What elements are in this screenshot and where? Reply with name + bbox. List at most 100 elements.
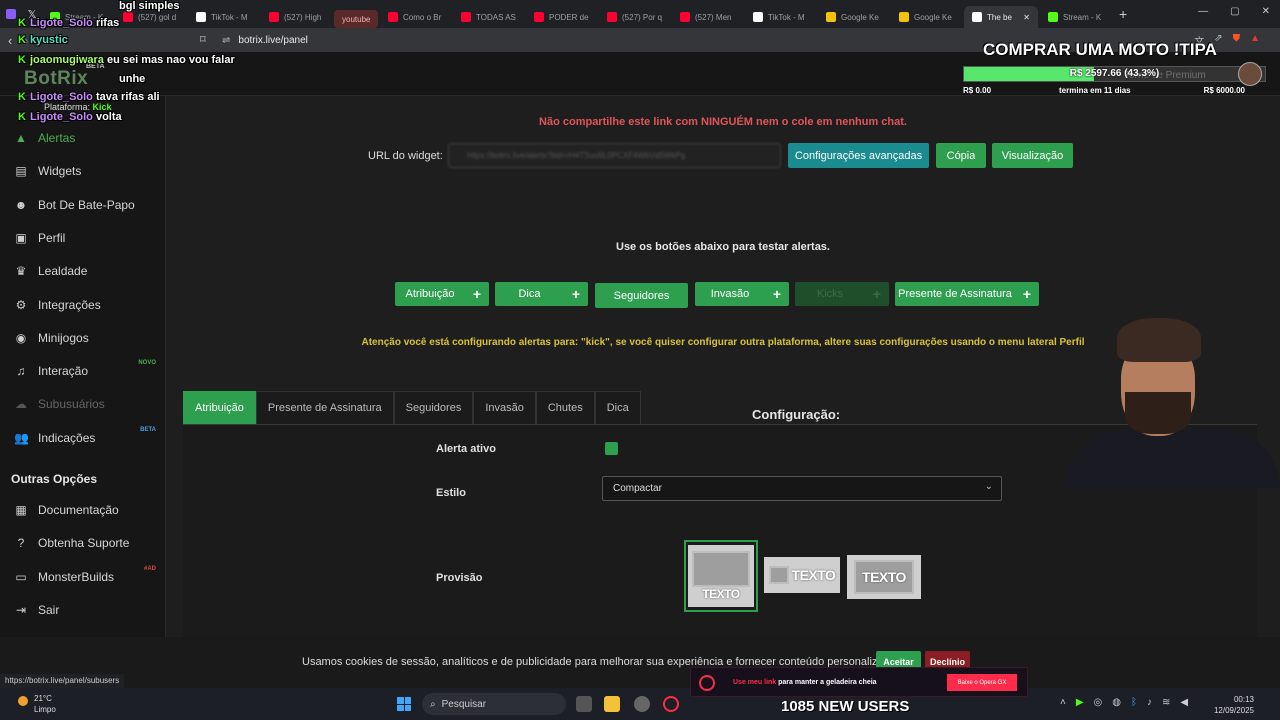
chrome-icon[interactable] [634,696,650,712]
task-view-icon[interactable] [576,696,592,712]
sidebar-item-sair[interactable]: ⇥ Sair [0,595,166,625]
browser-tab[interactable]: TikTok - M [745,6,816,28]
file-explorer-icon[interactable] [604,696,620,712]
steam-icon[interactable]: ◍ [1112,697,1121,708]
close-tab-icon[interactable]: ✕ [1023,13,1030,22]
volume-icon[interactable]: ◀ [1180,697,1188,708]
sidebar-badge: #AD [143,565,156,572]
maximize-icon[interactable]: ▢ [1230,6,1239,17]
provision-label: Provisão [436,572,483,584]
tab-favicon-icon [899,12,909,22]
browser-tab[interactable]: TODAS AS [453,6,524,28]
chevron-up-icon[interactable]: ˄ [1060,697,1066,708]
tab-favicon-icon [826,12,836,22]
minimize-icon[interactable]: — [1198,6,1208,17]
kick-icon: K [18,17,26,29]
browser-tab[interactable]: Google Ke [891,6,962,28]
provision-option-overlay[interactable]: TEXTO [847,555,921,599]
sidebar-item-integra-es[interactable]: ⚙ Integrações [0,290,166,320]
sidebar-item-subusu-rios[interactable]: ☁ Subusuários [0,389,166,419]
bluetooth-icon[interactable]: ᛒ [1131,697,1137,708]
browser-tab[interactable]: PODER de [526,6,597,28]
users-icon: ☁ [15,397,27,412]
alert-active-checkbox[interactable] [605,442,618,455]
browser-tab[interactable]: Google Ke [818,6,889,28]
sidebar-item-alertas[interactable]: ▲ Alertas [0,123,166,153]
browser-tab[interactable]: The be ✕ [964,6,1038,28]
close-window-icon[interactable]: ✕ [1262,6,1270,17]
goal-current: R$ 2597.66 (43.3%) [1069,68,1160,79]
webcam-overlay [1065,318,1280,488]
chat-text: eu sei mas nao vou falar [106,54,235,66]
browser-tab-strip: 𝕏 Stream - K (527) gol d TikTok - M (527) H… [0,0,1280,28]
sidebar-item-lealdade[interactable]: ♛ Lealdade [0,256,166,286]
image-placeholder-icon [768,566,789,584]
trophy-icon: ♛ [15,264,27,279]
browser-tab-label: youtube [342,14,371,24]
widgets-icon: ▤ [15,164,27,179]
tab-favicon-icon [534,12,544,22]
wifi-icon[interactable]: ≋ [1162,697,1170,708]
browser-tab[interactable]: (527) Men [672,6,743,28]
alert-active-label: Alerta ativo [436,443,496,455]
tab-favicon-icon [388,12,398,22]
browser-tab-label: Como o Br [403,12,442,22]
back-icon[interactable]: ‹ [8,33,12,48]
tab-favicon-icon [123,12,133,22]
provision-option-stacked[interactable]: TEXTO [684,540,758,612]
browser-tab[interactable]: (527) High [261,6,332,28]
site-info-icon[interactable]: ⇌ [222,35,230,46]
windows-start-icon[interactable] [397,697,411,711]
taskbar-search[interactable]: ⌕ Pesquisar [422,693,566,715]
browser-tab[interactable]: (527) Por q [599,6,670,28]
sidebar-item-bot-de-bate-papo[interactable]: ☻ Bot De Bate-Papo [0,190,166,220]
opera-ad-banner: Use meu link para manter a geladeira che… [690,667,1028,697]
play-icon[interactable]: ▶ [1076,697,1084,708]
gamepad-icon: ◉ [15,330,27,345]
browser-tab[interactable]: TikTok - M [188,6,259,28]
chat-message: K Ligote_Solo rifas [18,17,119,29]
clock[interactable]: 00:13 12/09/2025 [1214,694,1254,716]
chat-message: K Ligote_Solo tava rifas ali [18,91,160,103]
mic-icon[interactable]: ♪ [1147,697,1152,708]
sidebar-item-label: Bot De Bate-Papo [38,197,135,212]
provision-text: TEXTO [702,587,740,601]
tab-favicon-icon [1048,12,1058,22]
url-field[interactable]: ⇌ botrix.live/panel [222,32,942,48]
sidebar-item-documenta-o[interactable]: ▦ Documentação [0,495,166,525]
bookmark-icon[interactable]: ⌑ [200,33,206,46]
opera-gx-icon[interactable] [663,696,679,712]
chat-username: joaomugiwara [29,54,104,66]
help-icon: ? [17,536,25,551]
sidebar-item-widgets[interactable]: ▤ Widgets [0,156,166,186]
sun-icon [18,696,28,706]
tab-favicon-icon [972,12,982,22]
browser-tab[interactable]: Stream - K [1040,6,1111,28]
sidebar-item-monsterbuilds[interactable]: ▭ MonsterBuilds #AD [0,562,166,592]
sidebar-item-label: Lealdade [38,264,88,279]
sidebar-item-label: Perfil [38,230,66,245]
sidebar-item-intera-o[interactable]: ♫ Interação NOVO [0,356,166,386]
profile-icon: ▣ [15,230,27,245]
sidebar-item-label: Documentação [38,503,119,517]
sidebar-item-label: Alertas [38,131,76,145]
browser-tab[interactable]: Como o Br [380,6,451,28]
kick-icon: K [18,91,26,103]
sidebar-item-label: Integrações [38,297,101,312]
sidebar-item-perfil[interactable]: ▣ Perfil [0,223,166,253]
weather-widget[interactable]: 21°C Limpo [18,693,56,715]
clock-date: 12/09/2025 [1213,706,1254,715]
browser-tab[interactable]: youtube [334,10,378,28]
sidebar-item-obtenha-suporte[interactable]: ? Obtenha Suporte [0,528,166,558]
sidebar-item-minijogos[interactable]: ◉ Minijogos [0,323,166,353]
rewards-icon[interactable]: ▲ [1250,33,1260,48]
app-tray-icon[interactable]: ◎ [1094,697,1103,708]
sidebar-item-indica-es[interactable]: 👥 Indicações BETA [0,423,166,453]
style-select[interactable]: Compactar ⌄ [602,476,1002,501]
browser-tab-label: PODER de [549,12,589,22]
logout-icon: ⇥ [15,602,27,617]
provision-option-side[interactable]: TEXTO [764,557,840,593]
brave-shield-icon[interactable]: ⛊ [1233,33,1241,48]
warning-icon: ▲ [15,131,27,145]
new-tab-button[interactable]: + [1119,6,1127,22]
